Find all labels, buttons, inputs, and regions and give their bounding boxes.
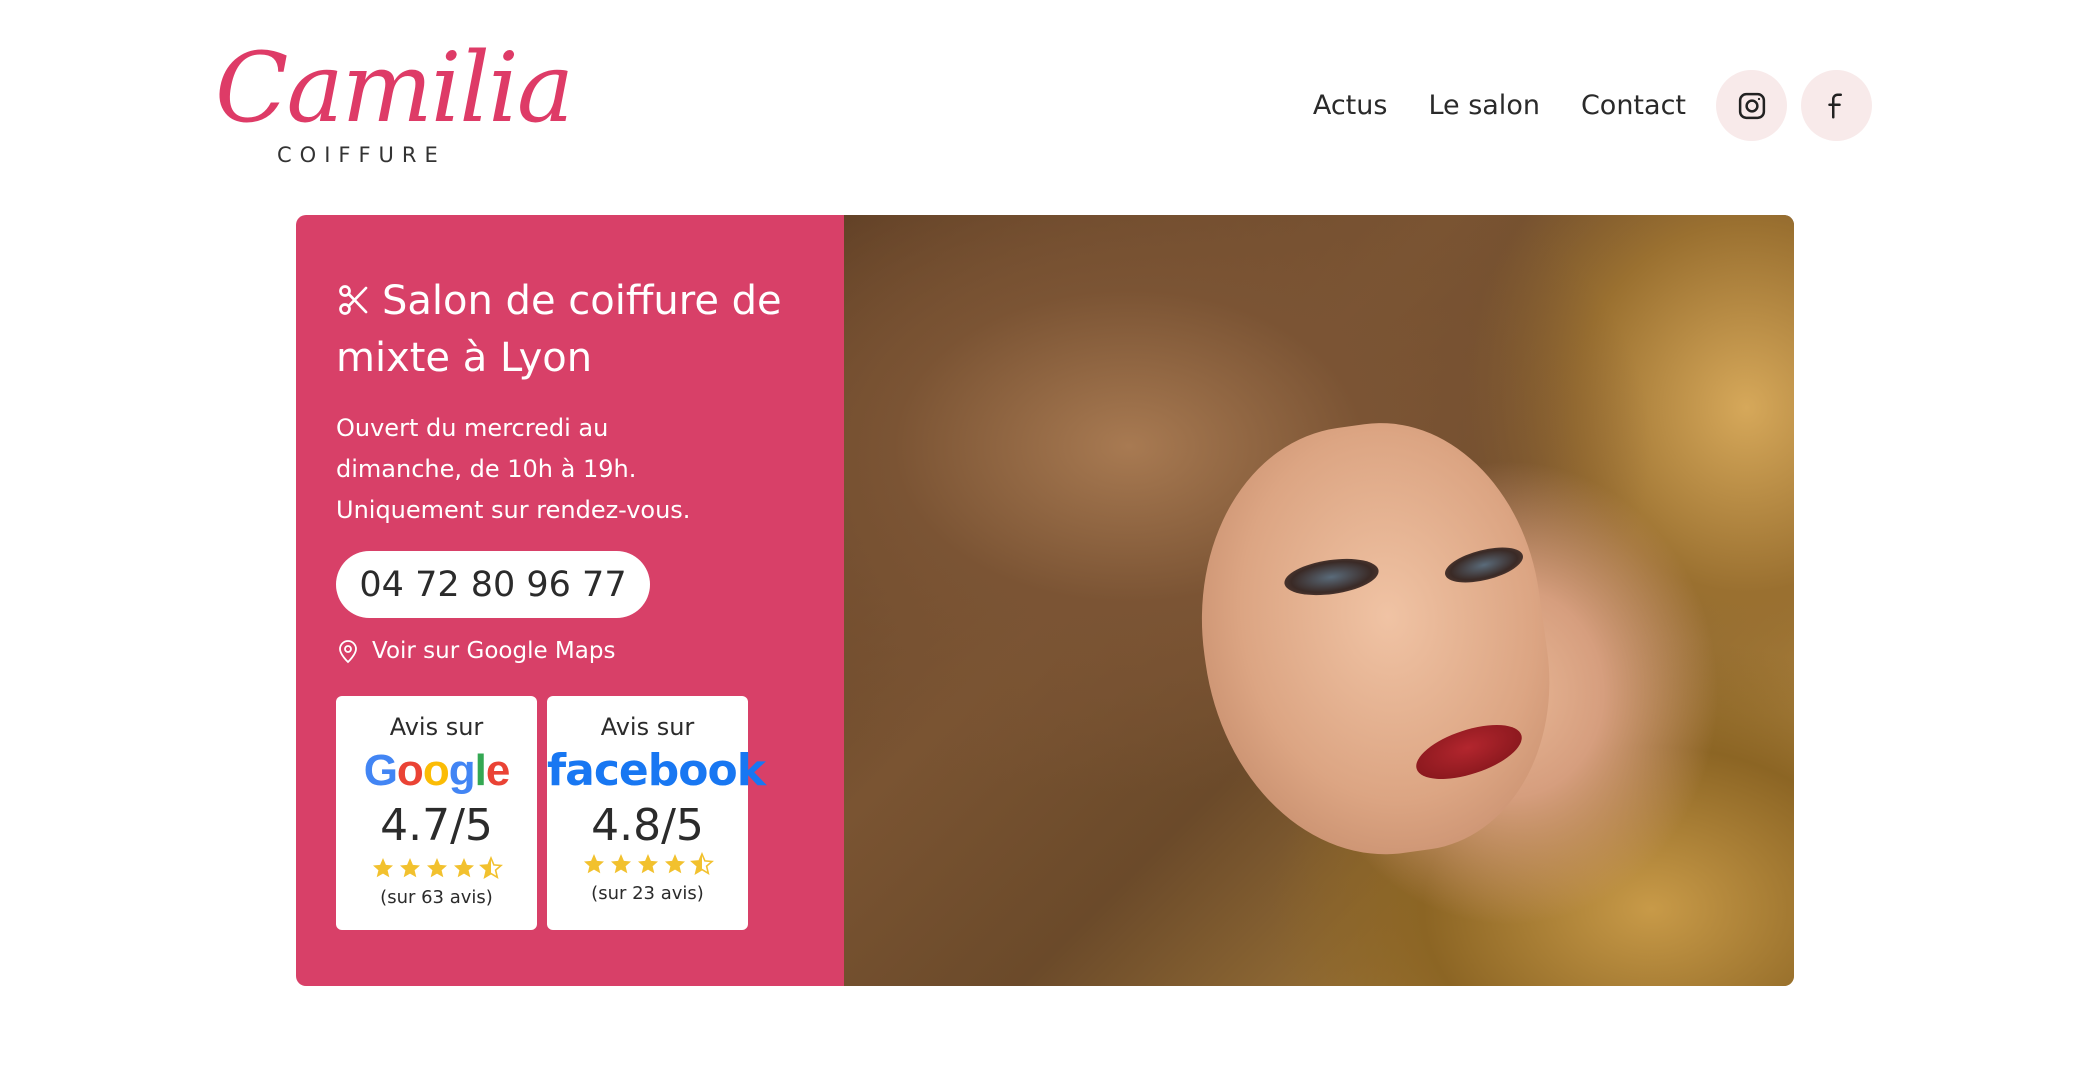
logo-subtitle: COIFFURE (277, 143, 446, 167)
hours-line: Ouvert du mercredi au (336, 414, 609, 442)
google-stars (336, 856, 537, 880)
nav-link-contact[interactable]: Contact (1581, 90, 1686, 121)
google-review-count: (sur 63 avis) (380, 887, 493, 908)
star-icon (610, 854, 631, 874)
half-star-icon (689, 852, 714, 875)
star-icon (399, 858, 420, 878)
half-star-icon (478, 856, 503, 879)
instagram-button[interactable] (1716, 70, 1787, 141)
facebook-review-card[interactable]: Avis sur facebook 4.8/5 (sur 23 avis) (547, 696, 766, 930)
star-icon (664, 854, 685, 874)
star-icon (637, 854, 658, 874)
facebook-button[interactable] (1801, 70, 1872, 141)
logo-script: Camilia (215, 32, 574, 144)
facebook-stars (547, 852, 748, 876)
opening-hours: Ouvert du mercredi au dimanche, de 10h à… (336, 408, 756, 531)
google-review-card[interactable]: Avis sur Google 4.7/5 (sur 63 avis) (336, 696, 537, 930)
nav-link-le-salon[interactable]: Le salon (1428, 90, 1540, 121)
google-maps-link[interactable]: Voir sur Google Maps (336, 638, 615, 664)
star-icon (372, 858, 393, 878)
facebook-icon (1827, 93, 1842, 118)
site-logo[interactable]: Camilia COIFFURE (215, 40, 574, 175)
facebook-score: 4.8/5 (591, 800, 704, 851)
hours-line: Uniquement sur rendez-vous. (336, 496, 691, 524)
map-pin-icon (339, 640, 357, 664)
main-nav: Actus Le salon Contact (1313, 70, 1872, 141)
photo-face-shape (1175, 403, 1573, 877)
phone-button[interactable]: 04 72 80 96 77 (336, 551, 650, 618)
hours-line: dimanche, de 10h à 19h. (336, 455, 637, 483)
facebook-review-count: (sur 23 avis) (591, 883, 704, 904)
hero-title-text: Salon de coiffure de mixte à Lyon (336, 278, 782, 381)
hero-photo (844, 215, 1794, 986)
hero-section: Salon de coiffure de mixte à Lyon Ouvert… (296, 215, 1794, 986)
nav-link-actus[interactable]: Actus (1313, 90, 1388, 121)
scissors-icon (339, 285, 368, 315)
facebook-logo: facebook (547, 745, 766, 796)
hero-title: Salon de coiffure de mixte à Lyon (336, 273, 816, 387)
review-label: Avis sur (600, 713, 695, 741)
google-maps-label: Voir sur Google Maps (372, 638, 616, 664)
google-score: 4.7/5 (380, 800, 493, 851)
star-icon (453, 858, 474, 878)
google-logo: Google (363, 746, 511, 795)
instagram-icon (1738, 92, 1765, 119)
star-icon (583, 854, 604, 874)
star-icon (426, 858, 447, 878)
review-label: Avis sur (389, 713, 484, 741)
salon-info-panel: Salon de coiffure de mixte à Lyon Ouvert… (296, 215, 844, 986)
